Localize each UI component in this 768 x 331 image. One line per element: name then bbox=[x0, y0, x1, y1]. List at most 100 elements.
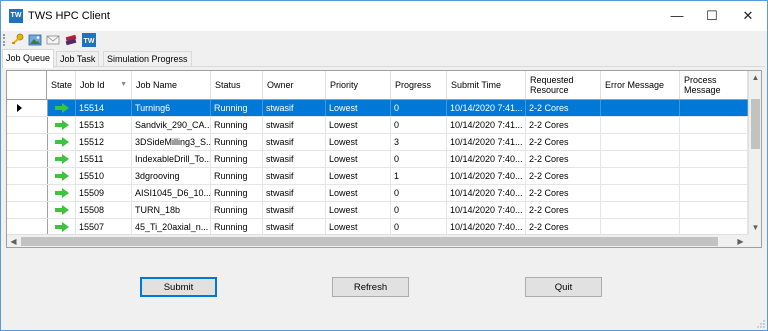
col-header-submit-time[interactable]: Submit Time bbox=[447, 71, 526, 99]
cell-progress[interactable]: 0 bbox=[391, 202, 447, 218]
tab-job-task[interactable]: Job Task bbox=[56, 51, 100, 67]
row-header[interactable] bbox=[7, 134, 48, 150]
cell-job-id[interactable]: 15510 bbox=[76, 168, 132, 184]
cell-owner[interactable]: stwasif bbox=[263, 202, 326, 218]
row-header[interactable] bbox=[7, 185, 48, 201]
cell-priority[interactable]: Lowest bbox=[326, 168, 391, 184]
cell-submit-time[interactable]: 10/14/2020 7:41... bbox=[447, 100, 526, 116]
key-icon[interactable] bbox=[10, 33, 24, 47]
cell-job-id[interactable]: 15507 bbox=[76, 219, 132, 235]
col-header-job-name[interactable]: Job Name bbox=[132, 71, 211, 99]
cell-error-message[interactable] bbox=[601, 202, 680, 218]
cell-error-message[interactable] bbox=[601, 185, 680, 201]
cell-priority[interactable]: Lowest bbox=[326, 202, 391, 218]
col-header-requested-resource[interactable]: Requested Resource bbox=[526, 71, 601, 99]
table-row[interactable]: 15510 3dgrooving Running stwasif Lowest 1 10/1… bbox=[7, 168, 748, 185]
cell-job-id[interactable]: 15514 bbox=[76, 100, 132, 116]
cell-submit-time[interactable]: 10/14/2020 7:40... bbox=[447, 202, 526, 218]
cell-process-message[interactable] bbox=[680, 168, 748, 184]
cell-requested-resource[interactable]: 2-2 Cores bbox=[526, 151, 601, 167]
cell-status[interactable]: Running bbox=[211, 168, 263, 184]
cell-owner[interactable]: stwasif bbox=[263, 151, 326, 167]
image-icon[interactable] bbox=[28, 33, 42, 47]
cell-job-name[interactable]: TURN_18b bbox=[132, 202, 211, 218]
scroll-up-icon[interactable]: ▲ bbox=[749, 71, 761, 84]
cell-job-name[interactable]: Turning6 bbox=[132, 100, 211, 116]
cell-owner[interactable]: stwasif bbox=[263, 134, 326, 150]
row-header[interactable] bbox=[7, 202, 48, 218]
col-header-status[interactable]: Status bbox=[211, 71, 263, 99]
cell-owner[interactable]: stwasif bbox=[263, 219, 326, 235]
cell-priority[interactable]: Lowest bbox=[326, 134, 391, 150]
cell-job-name[interactable]: 3dgrooving bbox=[132, 168, 211, 184]
cell-job-name[interactable]: 3DSideMilling3_S... bbox=[132, 134, 211, 150]
cell-status[interactable]: Running bbox=[211, 134, 263, 150]
col-header-error-message[interactable]: Error Message bbox=[601, 71, 680, 99]
cell-requested-resource[interactable]: 2-2 Cores bbox=[526, 117, 601, 133]
cell-job-id[interactable]: 15509 bbox=[76, 185, 132, 201]
row-header[interactable] bbox=[7, 100, 48, 116]
row-header[interactable] bbox=[7, 219, 48, 235]
col-header-state[interactable]: State bbox=[47, 71, 76, 99]
cell-owner[interactable]: stwasif bbox=[263, 168, 326, 184]
cell-requested-resource[interactable]: 2-2 Cores bbox=[526, 134, 601, 150]
tab-simulation-progress[interactable]: Simulation Progress bbox=[103, 51, 192, 67]
cell-requested-resource[interactable]: 2-2 Cores bbox=[526, 202, 601, 218]
cell-status[interactable]: Running bbox=[211, 185, 263, 201]
cell-owner[interactable]: stwasif bbox=[263, 100, 326, 116]
col-header-job-id[interactable]: Job Id ▼ bbox=[76, 71, 132, 99]
table-row[interactable]: 15512 3DSideMilling3_S... Running stwasif Lo… bbox=[7, 134, 748, 151]
cell-owner[interactable]: stwasif bbox=[263, 117, 326, 133]
cell-requested-resource[interactable]: 2-2 Cores bbox=[526, 185, 601, 201]
row-header[interactable] bbox=[7, 151, 48, 167]
submit-button[interactable]: Submit bbox=[140, 277, 217, 297]
vertical-scrollbar[interactable]: ▲ ▼ bbox=[748, 71, 761, 234]
cell-requested-resource[interactable]: 2-2 Cores bbox=[526, 219, 601, 235]
col-header-progress[interactable]: Progress bbox=[391, 71, 447, 99]
cell-error-message[interactable] bbox=[601, 100, 680, 116]
cell-job-id[interactable]: 15512 bbox=[76, 134, 132, 150]
cell-job-name[interactable]: 45_Ti_20axial_n... bbox=[132, 219, 211, 235]
cell-process-message[interactable] bbox=[680, 100, 748, 116]
close-button[interactable]: ✕ bbox=[730, 1, 766, 31]
cell-requested-resource[interactable]: 2-2 Cores bbox=[526, 168, 601, 184]
col-header-priority[interactable]: Priority bbox=[326, 71, 391, 99]
cell-job-name[interactable]: IndexableDrill_To... bbox=[132, 151, 211, 167]
row-header[interactable] bbox=[7, 168, 48, 184]
vertical-scroll-thumb[interactable] bbox=[751, 99, 760, 149]
cell-submit-time[interactable]: 10/14/2020 7:41... bbox=[447, 117, 526, 133]
cell-error-message[interactable] bbox=[601, 219, 680, 235]
cell-process-message[interactable] bbox=[680, 185, 748, 201]
resize-grip-icon[interactable] bbox=[757, 320, 765, 328]
cell-progress[interactable]: 1 bbox=[391, 168, 447, 184]
cell-error-message[interactable] bbox=[601, 117, 680, 133]
tw-icon[interactable]: TW bbox=[82, 33, 96, 47]
maximize-button[interactable]: ☐ bbox=[694, 1, 730, 31]
table-row[interactable]: 15508 TURN_18b Running stwasif Lowest 0 10/14/… bbox=[7, 202, 748, 219]
cell-process-message[interactable] bbox=[680, 219, 748, 235]
cell-progress[interactable]: 0 bbox=[391, 100, 447, 116]
row-header[interactable] bbox=[7, 117, 48, 133]
cell-submit-time[interactable]: 10/14/2020 7:40... bbox=[447, 168, 526, 184]
table-row[interactable]: 15509 AISI1045_D6_10... Running stwasif Lowe… bbox=[7, 185, 748, 202]
cell-priority[interactable]: Lowest bbox=[326, 100, 391, 116]
cell-progress[interactable]: 0 bbox=[391, 151, 447, 167]
scroll-right-icon[interactable]: ▶ bbox=[734, 235, 747, 247]
cell-job-name[interactable]: AISI1045_D6_10... bbox=[132, 185, 211, 201]
col-header-owner[interactable]: Owner bbox=[263, 71, 326, 99]
cell-progress[interactable]: 3 bbox=[391, 134, 447, 150]
cell-job-id[interactable]: 15513 bbox=[76, 117, 132, 133]
cell-error-message[interactable] bbox=[601, 168, 680, 184]
tab-job-queue[interactable]: Job Queue bbox=[2, 49, 55, 68]
horizontal-scroll-thumb[interactable] bbox=[21, 237, 718, 246]
title-bar[interactable]: TW TWS HPC Client — ☐ ✕ bbox=[1, 1, 767, 31]
cell-error-message[interactable] bbox=[601, 134, 680, 150]
job-grid[interactable]: State Job Id ▼ Job Name Status Owner Pri… bbox=[6, 70, 762, 248]
table-row[interactable]: 15514 Turning6 Running stwasif Lowest 0 10/14/… bbox=[7, 100, 748, 117]
cell-progress[interactable]: 0 bbox=[391, 219, 447, 235]
table-row[interactable]: 15513 Sandvik_290_CA... Running stwasif Lowe… bbox=[7, 117, 748, 134]
cell-progress[interactable]: 0 bbox=[391, 117, 447, 133]
mail-icon[interactable] bbox=[46, 33, 60, 47]
cell-status[interactable]: Running bbox=[211, 100, 263, 116]
cell-progress[interactable]: 0 bbox=[391, 185, 447, 201]
